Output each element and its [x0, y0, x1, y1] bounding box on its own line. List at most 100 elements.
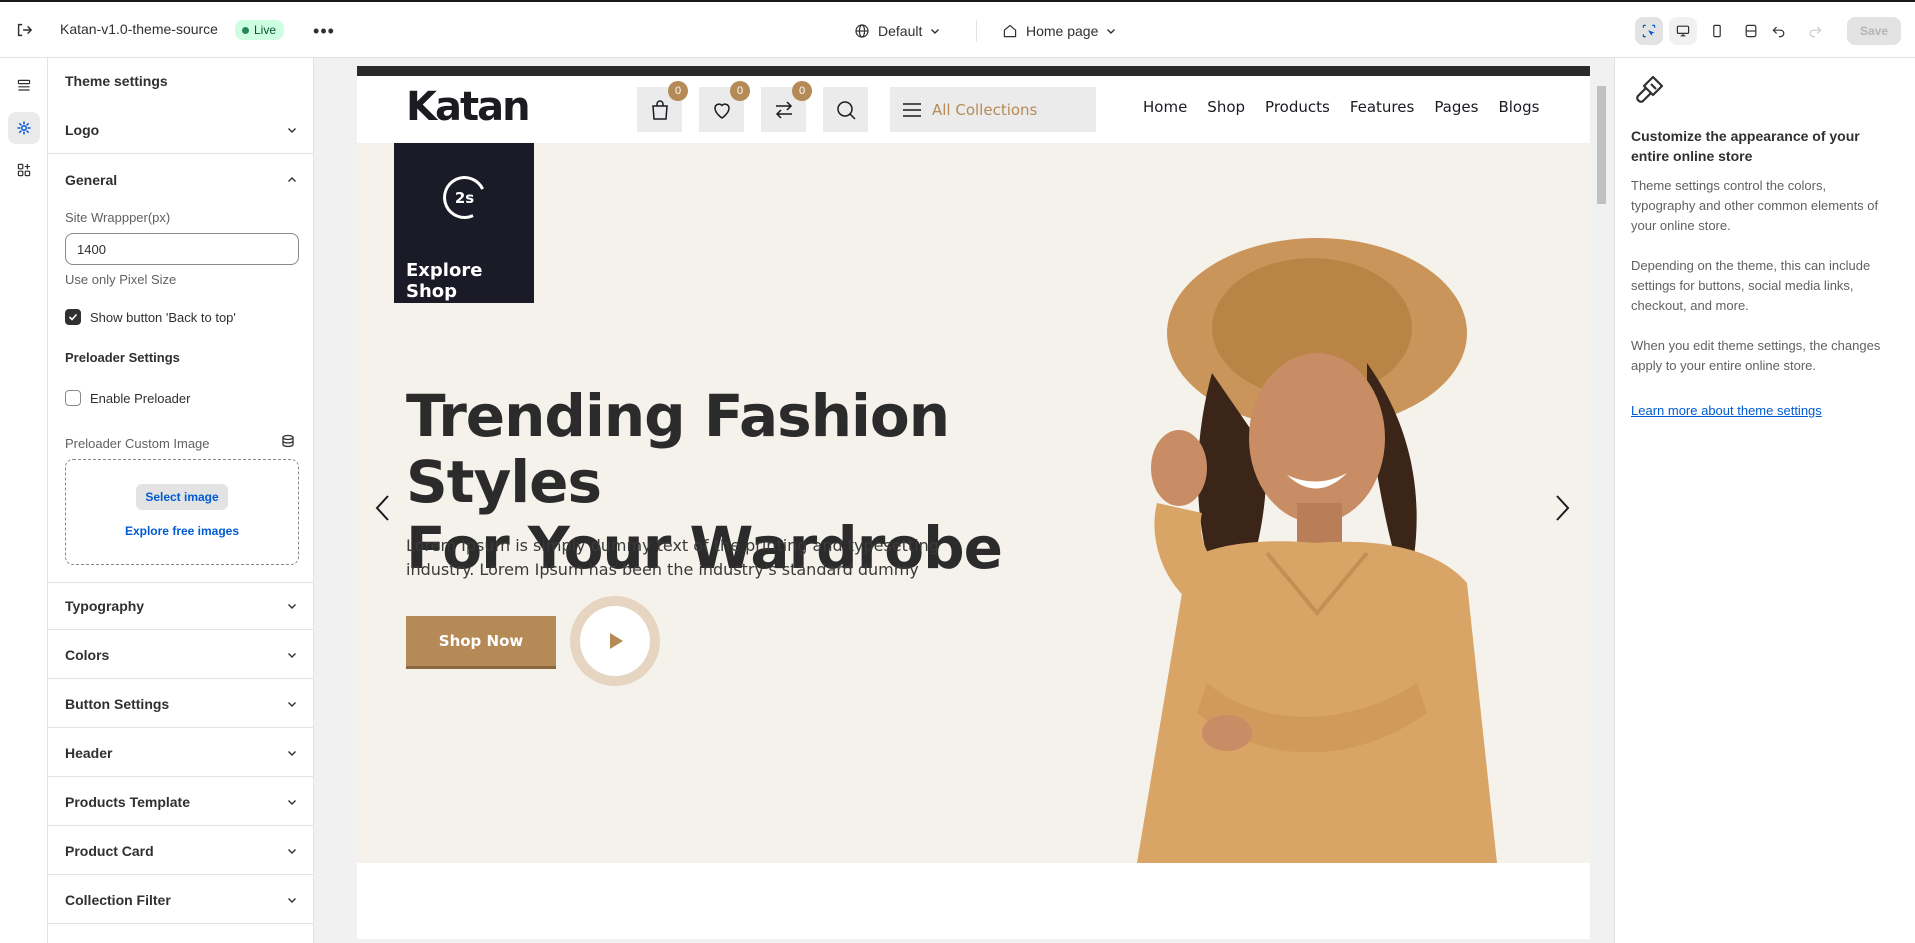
hero-slideshow: 2s Explore Shop Trending Fashion Styles …: [357, 143, 1590, 863]
checkbox-unchecked-icon: [65, 390, 81, 406]
theme-selector-label: Default: [878, 23, 923, 39]
desktop-view-icon[interactable]: [1669, 17, 1697, 45]
chevron-up-icon: [288, 177, 296, 182]
section-label: Typography: [65, 598, 145, 614]
timer-ring-icon: 2s: [436, 169, 493, 226]
theme-settings-panel: Theme settings Logo General Site Wrapppe…: [48, 58, 314, 943]
wishlist-button[interactable]: 0: [699, 81, 750, 132]
exit-icon[interactable]: [12, 18, 36, 42]
section-label: General: [65, 172, 118, 188]
info-paragraph-2: Depending on the theme, this can include…: [1631, 258, 1871, 313]
hero-title-line-1: Trending Fashion Styles: [406, 382, 950, 516]
fullscreen-icon[interactable]: [1737, 17, 1765, 45]
store-preview: Katan 0 0 0 All Collections Home Shop Pr…: [357, 66, 1590, 939]
section-colors[interactable]: Colors: [48, 631, 313, 679]
back-to-top-checkbox[interactable]: Show button 'Back to top': [65, 309, 236, 325]
nav-shop[interactable]: Shop: [1207, 98, 1245, 116]
wishlist-count-badge: 0: [730, 81, 750, 101]
nav-blogs[interactable]: Blogs: [1498, 98, 1539, 116]
section-button-settings[interactable]: Button Settings: [48, 680, 313, 728]
mobile-view-icon[interactable]: [1703, 17, 1731, 45]
section-products-template[interactable]: Products Template: [48, 778, 313, 826]
chevron-down-icon: [288, 897, 296, 903]
hero-model-image: [1137, 238, 1497, 863]
section-label: Button Settings: [65, 695, 170, 712]
search-button[interactable]: [823, 87, 868, 132]
section-collection-filter[interactable]: Collection Filter: [48, 876, 313, 924]
dynamic-source-icon[interactable]: [281, 434, 295, 448]
live-dot-icon: [242, 26, 249, 34]
section-header[interactable]: Header: [48, 729, 313, 777]
chevron-down-icon: [288, 750, 296, 756]
section-label: Colors: [65, 646, 110, 663]
slide-prev-arrow-icon[interactable]: [371, 493, 395, 523]
home-icon: [1003, 24, 1017, 38]
info-title: Customize the appearance of your entire …: [1631, 128, 1860, 164]
site-wrapper-hint: Use only Pixel Size: [65, 272, 177, 287]
section-logo[interactable]: Logo: [48, 106, 313, 154]
shop-now-button[interactable]: Shop Now: [406, 616, 556, 666]
slide-next-arrow-icon[interactable]: [1550, 493, 1574, 523]
icon-rail: [0, 58, 48, 943]
compare-arrows-icon: [775, 100, 792, 119]
info-panel: Customize the appearance of your entire …: [1614, 58, 1915, 943]
site-wrapper-input[interactable]: 1400: [65, 233, 299, 265]
nav-products[interactable]: Products: [1265, 98, 1330, 116]
all-collections-menu[interactable]: All Collections: [890, 87, 1096, 132]
theme-selector[interactable]: Default: [854, 19, 940, 43]
hero-description: Lorem Ipsum is simply dummy text of the …: [406, 536, 939, 579]
site-wrapper-label: Site Wrappper(px): [65, 210, 171, 225]
section-typography[interactable]: Typography: [48, 582, 313, 630]
enable-preloader-label: Enable Preloader: [90, 390, 191, 406]
section-general[interactable]: General: [48, 156, 313, 204]
section-label: Header: [65, 744, 113, 761]
theme-settings-icon[interactable]: [8, 112, 40, 144]
section-label: Logo: [65, 121, 100, 138]
panel-title: Theme settings: [65, 73, 168, 89]
undo-icon[interactable]: [1765, 17, 1793, 45]
learn-more-link[interactable]: Learn more about theme settings: [1631, 403, 1822, 418]
all-collections-label: All Collections: [932, 100, 1038, 119]
section-label: Collection Filter: [65, 891, 171, 908]
nav-home[interactable]: Home: [1143, 98, 1187, 116]
explore-shop-label: Explore Shop: [406, 260, 483, 302]
heart-icon: [713, 102, 730, 119]
preview-scrollbar-thumb[interactable]: [1597, 86, 1606, 204]
store-logo[interactable]: Katan: [406, 84, 531, 130]
hamburger-icon: [903, 102, 921, 117]
section-label: Product Card: [65, 842, 154, 859]
enable-preloader-checkbox[interactable]: Enable Preloader: [65, 390, 190, 406]
chevron-down-icon: [288, 604, 296, 609]
section-product-card[interactable]: Product Card: [48, 827, 313, 875]
cart-button[interactable]: 0: [637, 81, 688, 132]
preloader-image-label: Preloader Custom Image: [65, 436, 210, 451]
nav-pages[interactable]: Pages: [1434, 98, 1478, 116]
store-header: Katan 0 0 0 All Collections Home Shop Pr…: [357, 76, 1590, 143]
apps-icon[interactable]: [8, 154, 40, 186]
inspector-icon[interactable]: [1635, 17, 1663, 45]
nav-features[interactable]: Features: [1350, 98, 1415, 116]
shopping-bag-icon: [651, 99, 668, 120]
preview-scrollbar[interactable]: [1594, 66, 1608, 939]
live-badge-label: Live: [254, 23, 277, 37]
redo-icon[interactable]: [1801, 17, 1829, 45]
sections-icon[interactable]: [8, 70, 40, 102]
divider: [976, 20, 977, 42]
explore-shop-card[interactable]: 2s Explore Shop: [394, 143, 534, 303]
announcement-bar: [357, 66, 1590, 76]
page-selector[interactable]: Home page: [1002, 19, 1116, 43]
chevron-down-icon: [288, 848, 296, 854]
live-badge: Live: [235, 20, 285, 40]
explore-timer: 2s: [454, 188, 475, 207]
compare-button[interactable]: 0: [761, 81, 812, 132]
chevron-down-icon: [288, 701, 296, 707]
save-button[interactable]: Save: [1847, 17, 1901, 45]
play-video-button[interactable]: [570, 596, 660, 686]
search-icon: [836, 100, 856, 120]
select-image-button[interactable]: Select image: [136, 484, 228, 510]
preloader-heading: Preloader Settings: [65, 350, 180, 365]
chevron-down-icon: [931, 29, 940, 34]
explore-free-images-link[interactable]: Explore free images: [66, 524, 298, 538]
more-actions-icon[interactable]: •••: [312, 19, 336, 43]
compare-count-badge: 0: [792, 81, 812, 101]
